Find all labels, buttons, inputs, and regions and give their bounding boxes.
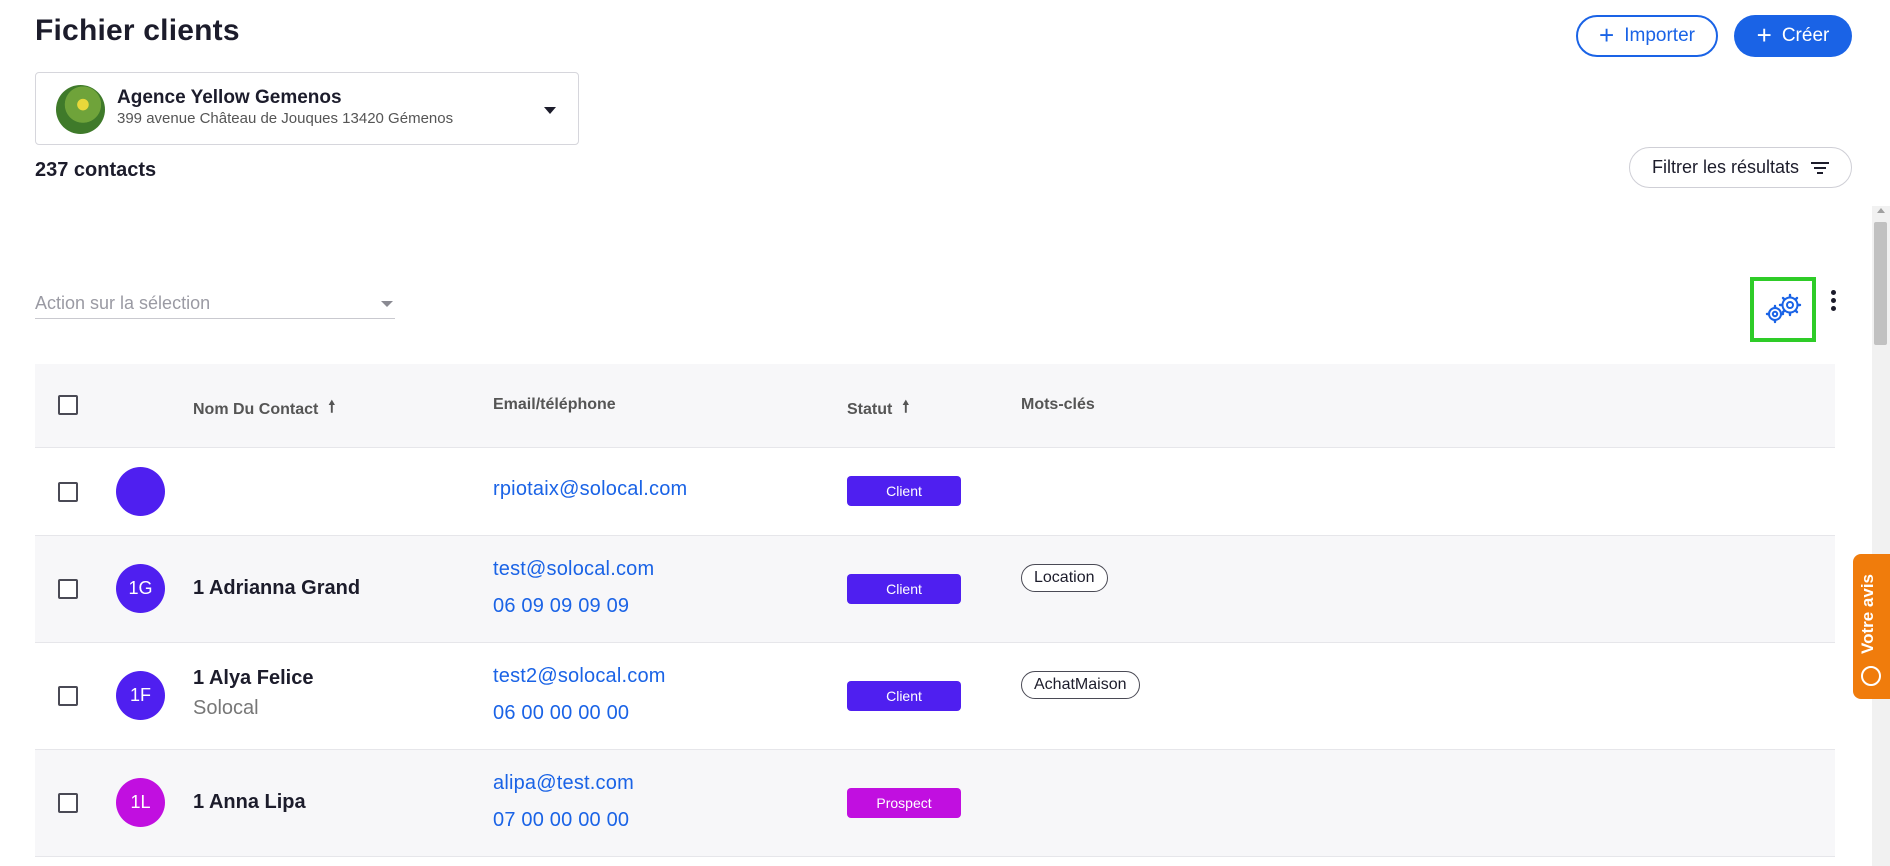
more-options-button[interactable] bbox=[1829, 290, 1837, 314]
row-checkbox[interactable] bbox=[58, 793, 78, 813]
row-checkbox[interactable] bbox=[58, 482, 78, 502]
caret-down-icon bbox=[544, 107, 556, 114]
table-row[interactable]: rpiotaix@solocal.com Client bbox=[35, 448, 1835, 536]
table-row[interactable]: 1F 1 Alya Felice Solocal test2@solocal.c… bbox=[35, 643, 1835, 750]
agency-name: Agence Yellow Gemenos bbox=[117, 87, 342, 108]
import-label: Importer bbox=[1624, 25, 1695, 46]
avatar: 1L bbox=[116, 778, 165, 827]
bulk-action-select[interactable]: Action sur la sélection bbox=[35, 288, 395, 319]
keyword-tag: Location bbox=[1021, 564, 1108, 592]
feedback-tab[interactable]: Votre avis bbox=[1853, 554, 1890, 699]
speech-bubble-icon bbox=[1861, 666, 1881, 686]
agency-avatar bbox=[56, 85, 105, 134]
filter-icon bbox=[1811, 161, 1830, 174]
create-button[interactable]: + Créer bbox=[1734, 15, 1852, 57]
arrow-up-icon: 🠕 bbox=[328, 399, 336, 416]
contacts-count: 237 contacts bbox=[35, 159, 157, 181]
scroll-up-arrow-icon[interactable] bbox=[1877, 208, 1885, 213]
select-all-checkbox[interactable] bbox=[58, 395, 78, 415]
agency-selector[interactable]: Agence Yellow Gemenos 399 avenue Château… bbox=[35, 72, 579, 145]
column-settings-button[interactable] bbox=[1750, 277, 1816, 342]
contact-email[interactable]: alipa@test.com bbox=[493, 772, 634, 795]
contact-name[interactable]: 1 Anna Lipa bbox=[193, 791, 306, 814]
feedback-label: Votre avis bbox=[1858, 573, 1877, 654]
status-badge: Prospect bbox=[847, 788, 961, 818]
contact-name[interactable]: 1 Adrianna Grand bbox=[193, 577, 360, 600]
plus-icon: + bbox=[1756, 20, 1772, 50]
contacts-table: Nom Du Contact 🠕 Email/téléphone Statut … bbox=[35, 364, 1835, 857]
filter-button[interactable]: Filtrer les résultats bbox=[1629, 147, 1852, 188]
page-title: Fichier clients bbox=[35, 14, 240, 47]
contact-email[interactable]: test@solocal.com bbox=[493, 558, 654, 581]
table-header: Nom Du Contact 🠕 Email/téléphone Statut … bbox=[35, 364, 1835, 448]
plus-icon: + bbox=[1599, 20, 1615, 50]
create-label: Créer bbox=[1781, 25, 1830, 46]
row-checkbox[interactable] bbox=[58, 579, 78, 599]
column-header-status-label: Statut bbox=[847, 400, 893, 418]
contact-phone[interactable]: 06 09 09 09 09 bbox=[493, 595, 629, 618]
import-button[interactable]: + Importer bbox=[1576, 15, 1718, 57]
column-header-keywords-label: Mots-clés bbox=[1021, 396, 1095, 413]
row-checkbox[interactable] bbox=[58, 686, 78, 706]
bulk-action-placeholder: Action sur la sélection bbox=[35, 293, 211, 313]
avatar: 1G bbox=[116, 564, 165, 613]
table-row[interactable]: 1L 1 Anna Lipa alipa@test.com 07 00 00 0… bbox=[35, 750, 1835, 857]
contact-company: Solocal bbox=[193, 697, 259, 719]
table-row[interactable]: 1G 1 Adrianna Grand test@solocal.com 06 … bbox=[35, 536, 1835, 643]
caret-down-icon bbox=[381, 301, 393, 307]
column-header-name[interactable]: Nom Du Contact 🠕 bbox=[193, 396, 335, 423]
avatar: 1F bbox=[116, 671, 165, 720]
column-header-name-label: Nom Du Contact bbox=[193, 400, 319, 418]
gears-icon bbox=[1765, 293, 1802, 323]
arrow-up-icon: 🠕 bbox=[902, 399, 910, 416]
kebab-dot bbox=[1830, 306, 1836, 311]
status-badge: Client bbox=[847, 681, 961, 711]
column-header-contact: Email/téléphone bbox=[493, 396, 616, 414]
column-header-keywords: Mots-clés bbox=[1021, 396, 1095, 414]
avatar bbox=[116, 467, 165, 516]
status-badge: Client bbox=[847, 574, 961, 604]
agency-address: 399 avenue Château de Jouques 13420 Géme… bbox=[117, 110, 454, 127]
keyword-tag: AchatMaison bbox=[1021, 671, 1140, 699]
contact-name[interactable]: 1 Alya Felice bbox=[193, 667, 313, 690]
kebab-menu-icon bbox=[1830, 290, 1836, 295]
kebab-dot bbox=[1830, 298, 1836, 303]
contact-phone[interactable]: 06 00 00 00 00 bbox=[493, 702, 629, 725]
column-header-status[interactable]: Statut 🠕 bbox=[847, 396, 909, 423]
filter-label: Filtrer les résultats bbox=[1651, 157, 1800, 177]
status-badge: Client bbox=[847, 476, 961, 506]
contact-phone[interactable]: 07 00 00 00 00 bbox=[493, 809, 629, 832]
contact-email[interactable]: test2@solocal.com bbox=[493, 665, 666, 688]
column-header-contact-label: Email/téléphone bbox=[493, 396, 616, 413]
contact-email[interactable]: rpiotaix@solocal.com bbox=[493, 478, 687, 501]
scrollbar-thumb[interactable] bbox=[1874, 222, 1887, 345]
